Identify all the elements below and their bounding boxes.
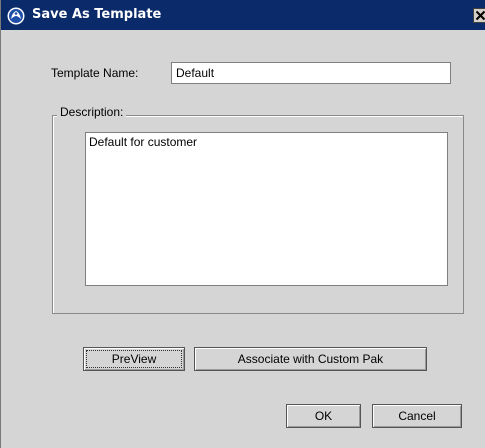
close-icon: [475, 10, 485, 21]
save-as-template-dialog: Save As Template Template Name: Default …: [0, 0, 485, 448]
cancel-button[interactable]: Cancel: [372, 404, 462, 428]
template-name-input[interactable]: Default: [171, 62, 451, 84]
ok-button[interactable]: OK: [286, 404, 361, 428]
description-textarea[interactable]: Default for customer: [85, 132, 448, 286]
description-label: Description:: [57, 105, 127, 119]
associate-custom-pak-button[interactable]: Associate with Custom Pak: [194, 347, 427, 371]
title-bar[interactable]: Save As Template: [1, 0, 485, 30]
preview-button[interactable]: PreView: [83, 347, 185, 371]
app-logo-icon: [7, 7, 25, 25]
dialog-title: Save As Template: [32, 7, 162, 22]
close-button[interactable]: [473, 8, 485, 23]
template-name-label: Template Name:: [51, 66, 139, 80]
